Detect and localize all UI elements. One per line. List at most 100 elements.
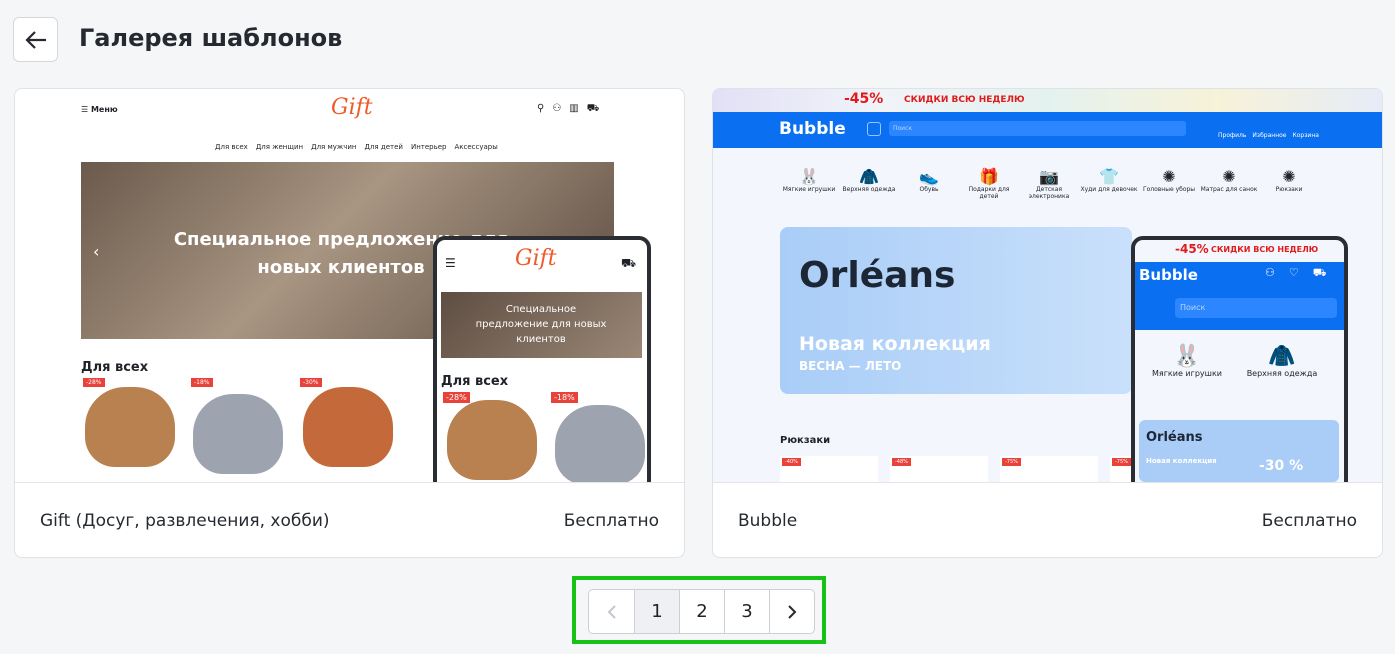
template-price: Бесплатно bbox=[1261, 510, 1357, 531]
chevron-left-icon: ‹ bbox=[93, 242, 100, 261]
next-page-button[interactable] bbox=[769, 590, 814, 633]
category-item: ✺ Головные уборы bbox=[1139, 167, 1199, 200]
discount-badge: -18% bbox=[551, 392, 578, 403]
category-item: 🐰 Мягкие игрушки bbox=[1147, 344, 1227, 378]
discount-badge: -28% bbox=[83, 378, 105, 387]
product-image bbox=[303, 387, 393, 467]
chevron-left-icon bbox=[607, 604, 616, 619]
discount-badge: -48% bbox=[892, 458, 911, 466]
hit-badge-icon: ✺ bbox=[1282, 167, 1296, 186]
mobile-preview: ☰ Gift ⛟ Специальное предложение для нов… bbox=[433, 236, 651, 482]
bubble-logo: Bubble bbox=[779, 119, 846, 139]
page-title: Галерея шаблонов bbox=[79, 24, 343, 52]
promo-percent: -45% bbox=[844, 91, 884, 107]
promo-text: СКИДКИ ВСЮ НЕДЕЛЮ bbox=[1211, 245, 1319, 254]
banner-subtitle: Новая коллекция bbox=[799, 333, 991, 355]
hamburger-icon bbox=[867, 122, 881, 136]
template-card-gift[interactable]: ☰ Меню Gift ⚲⚇▥⛟ Для всех Для женщин Для м… bbox=[14, 88, 685, 558]
action-label: Профиль bbox=[1218, 132, 1247, 139]
promo-percent: -45% bbox=[1175, 242, 1209, 256]
nav-item: Для всех bbox=[215, 143, 248, 151]
banner-season: ВЕСНА — ЛЕТО bbox=[799, 359, 902, 373]
plush-toy-icon: 🐰 bbox=[1173, 344, 1201, 369]
template-preview[interactable]: ☰ Меню Gift ⚲⚇▥⛟ Для всех Для женщин Для м… bbox=[15, 89, 684, 483]
promo-strip: -45% СКИДКИ ВСЮ НЕДЕЛЮ bbox=[713, 89, 1382, 112]
product-image bbox=[447, 400, 537, 480]
nav-item: Для детей bbox=[364, 143, 403, 151]
discount-badge: -75% bbox=[1112, 458, 1131, 466]
gift-logo: Gift bbox=[331, 95, 373, 120]
template-card-bubble[interactable]: -45% СКИДКИ ВСЮ НЕДЕЛЮ Bubble Поиск Проф… bbox=[712, 88, 1383, 558]
coat-icon: 🧥 bbox=[859, 167, 879, 186]
product-card: -48% bbox=[890, 456, 988, 482]
nav-item: Для женщин bbox=[255, 143, 304, 151]
category-item: 🐰 Мягкие игрушки bbox=[779, 167, 839, 200]
tshirt-icon: 👕 bbox=[1099, 167, 1119, 186]
discount-badge: -18% bbox=[191, 378, 213, 387]
category-item: 👟 Обувь bbox=[899, 167, 959, 200]
camera-icon: 📷 bbox=[1039, 167, 1059, 186]
category-item: 👕 Худи для девочек bbox=[1080, 167, 1138, 193]
action-label: Избранное bbox=[1252, 132, 1287, 139]
discount-badge: -28% bbox=[443, 392, 470, 403]
header-icons: ⚇♡⛟ bbox=[1265, 266, 1341, 279]
template-price: Бесплатно bbox=[563, 510, 659, 531]
product-card: -75% bbox=[1000, 456, 1098, 482]
header-icons: ⚲⚇▥⛟ bbox=[537, 103, 608, 114]
shoe-icon: 👟 bbox=[919, 167, 939, 186]
promo-text: СКИДКИ ВСЮ НЕДЕЛЮ bbox=[904, 95, 1025, 105]
discount-badge: -30% bbox=[300, 378, 322, 387]
template-name: Gift (Досуг, развлечения, хобби) bbox=[40, 510, 330, 531]
product-image bbox=[85, 387, 175, 467]
discount-badge: -75% bbox=[1002, 458, 1021, 466]
promo-banner: Orléans Новая коллекция ВЕСНА — ЛЕТО bbox=[780, 227, 1132, 394]
nav-item: Аксессуары bbox=[454, 143, 498, 151]
page-1-button[interactable]: 1 bbox=[634, 590, 679, 633]
back-button[interactable] bbox=[13, 17, 58, 62]
category-item: 📷 Детская электроника bbox=[1019, 167, 1079, 200]
hamburger-icon: ☰ bbox=[81, 105, 89, 114]
category-row: 🐰 Мягкие игрушки 🧥 Верхняя одежда 👟 Обувь 🎁… bbox=[779, 167, 1319, 200]
mobile-promo-banner: Orléans Новая коллекция -30 % bbox=[1139, 420, 1339, 482]
category-item: 🎁 Подарки для детей bbox=[959, 167, 1019, 200]
mobile-preview: -45% СКИДКИ ВСЮ НЕДЕЛЮ Bubble ⚇♡⛟ Поиск … bbox=[1131, 236, 1348, 482]
plush-toy-icon: 🐰 bbox=[799, 167, 819, 186]
pagination: 1 2 3 bbox=[572, 576, 826, 644]
gift-icon: 🎁 bbox=[979, 167, 999, 186]
new-badge-icon: ✺ bbox=[1162, 167, 1176, 186]
gift-logo: Gift bbox=[515, 246, 557, 271]
section-title: Рюкзаки bbox=[780, 435, 831, 446]
category-item: 🧥 Верхняя одежда bbox=[839, 167, 899, 200]
section-title: Для всех bbox=[81, 360, 149, 375]
product-image bbox=[193, 394, 283, 474]
search-field: Поиск bbox=[1175, 298, 1337, 318]
page-3-button[interactable]: 3 bbox=[724, 590, 769, 633]
cart-icon: ⛟ bbox=[621, 256, 637, 270]
mobile-hero-banner: Специальное предложение для новых клиент… bbox=[441, 292, 642, 358]
banner-title: Orléans bbox=[799, 255, 956, 296]
nav-item: Интерьер bbox=[410, 143, 447, 151]
action-label: Корзина bbox=[1292, 132, 1319, 139]
percent-badge-icon: ✺ bbox=[1222, 167, 1236, 186]
nav-item: Для мужчин bbox=[311, 143, 357, 151]
bubble-header: Bubble Поиск Профиль Избранное Корзина bbox=[713, 112, 1382, 148]
search-field: Поиск bbox=[889, 121, 1186, 136]
category-item: 🧥 Верхняя одежда bbox=[1237, 344, 1327, 378]
category-item: ✺ Рюкзаки bbox=[1259, 167, 1319, 200]
page-2-button[interactable]: 2 bbox=[679, 590, 724, 633]
bubble-logo: Bubble bbox=[1139, 266, 1198, 284]
category-item: ✺ Матрас для санок bbox=[1200, 167, 1258, 193]
template-preview[interactable]: -45% СКИДКИ ВСЮ НЕДЕЛЮ Bubble Поиск Проф… bbox=[713, 89, 1382, 483]
template-name: Bubble bbox=[738, 510, 798, 531]
arrow-left-icon bbox=[24, 30, 46, 49]
discount-badge: -40% bbox=[782, 458, 801, 466]
hero-text: Специальное предложение для новых клиент… bbox=[475, 304, 607, 345]
header-actions: Профиль Избранное Корзина bbox=[1218, 132, 1319, 139]
chevron-right-icon bbox=[788, 604, 797, 619]
product-image bbox=[555, 405, 645, 482]
category-nav: Для всех Для женщин Для мужчин Для детей Инт… bbox=[215, 143, 498, 151]
mobile-header: Bubble ⚇♡⛟ Поиск bbox=[1135, 262, 1344, 330]
prev-page-button[interactable] bbox=[589, 590, 634, 633]
product-card: -40% bbox=[780, 456, 878, 482]
banner-percent: -30 % bbox=[1259, 458, 1304, 474]
